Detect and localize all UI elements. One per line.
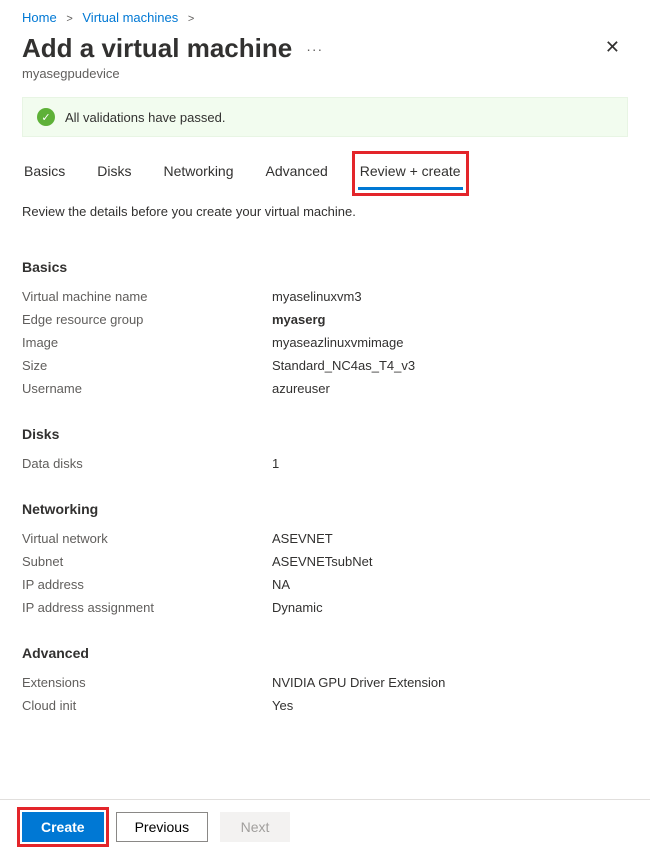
value-image: myaseazlinuxvmimage — [272, 335, 404, 350]
label-cloud-init: Cloud init — [22, 698, 272, 713]
tab-disks[interactable]: Disks — [95, 157, 133, 190]
section-networking: Networking Virtual network ASEVNET Subne… — [22, 501, 628, 615]
value-vm-name: myaselinuxvm3 — [272, 289, 362, 304]
breadcrumb-virtual-machines[interactable]: Virtual machines — [82, 10, 178, 25]
value-erg: myaserg — [272, 312, 325, 327]
validation-message: All validations have passed. — [65, 110, 225, 125]
validation-banner: ✓ All validations have passed. — [22, 97, 628, 137]
row-username: Username azureuser — [22, 381, 628, 396]
section-disks-title: Disks — [22, 426, 628, 442]
create-button[interactable]: Create — [22, 812, 104, 842]
label-erg: Edge resource group — [22, 312, 272, 327]
value-extensions: NVIDIA GPU Driver Extension — [272, 675, 445, 690]
row-size: Size Standard_NC4as_T4_v3 — [22, 358, 628, 373]
page-subtitle: myasegpudevice — [22, 66, 323, 81]
row-erg: Edge resource group myaserg — [22, 312, 628, 327]
row-data-disks: Data disks 1 — [22, 456, 628, 471]
label-vnet: Virtual network — [22, 531, 272, 546]
section-basics-title: Basics — [22, 259, 628, 275]
tab-networking[interactable]: Networking — [161, 157, 235, 190]
label-data-disks: Data disks — [22, 456, 272, 471]
row-image: Image myaseazlinuxvmimage — [22, 335, 628, 350]
section-advanced-title: Advanced — [22, 645, 628, 661]
check-circle-icon: ✓ — [37, 108, 55, 126]
row-ip-assign: IP address assignment Dynamic — [22, 600, 628, 615]
label-ip: IP address — [22, 577, 272, 592]
tabs: Basics Disks Networking Advanced Review … — [0, 151, 650, 190]
label-subnet: Subnet — [22, 554, 272, 569]
value-ip: NA — [272, 577, 290, 592]
chevron-right-icon: > — [66, 13, 72, 25]
page-title: Add a virtual machine — [22, 33, 292, 64]
label-extensions: Extensions — [22, 675, 272, 690]
more-actions-icon[interactable]: ··· — [306, 41, 323, 57]
row-vm-name: Virtual machine name myaselinuxvm3 — [22, 289, 628, 304]
value-vnet: ASEVNET — [272, 531, 333, 546]
value-subnet: ASEVNETsubNet — [272, 554, 372, 569]
value-username: azureuser — [272, 381, 330, 396]
label-image: Image — [22, 335, 272, 350]
label-ip-assign: IP address assignment — [22, 600, 272, 615]
close-button[interactable]: ✕ — [597, 33, 628, 62]
page-header: Add a virtual machine ··· myasegpudevice… — [0, 31, 650, 89]
next-button: Next — [220, 812, 290, 842]
tab-basics[interactable]: Basics — [22, 157, 67, 190]
breadcrumb-home[interactable]: Home — [22, 10, 57, 25]
content-area: Review the details before you create you… — [0, 190, 650, 763]
section-advanced: Advanced Extensions NVIDIA GPU Driver Ex… — [22, 645, 628, 713]
footer: Create Previous Next — [0, 799, 650, 854]
previous-button[interactable]: Previous — [116, 812, 208, 842]
breadcrumb: Home > Virtual machines > — [0, 0, 650, 31]
value-data-disks: 1 — [272, 456, 279, 471]
value-size: Standard_NC4as_T4_v3 — [272, 358, 415, 373]
value-cloud-init: Yes — [272, 698, 293, 713]
section-networking-title: Networking — [22, 501, 628, 517]
row-vnet: Virtual network ASEVNET — [22, 531, 628, 546]
close-icon: ✕ — [605, 37, 620, 57]
section-disks: Disks Data disks 1 — [22, 426, 628, 471]
value-ip-assign: Dynamic — [272, 600, 323, 615]
section-basics: Basics Virtual machine name myaselinuxvm… — [22, 259, 628, 396]
row-ip: IP address NA — [22, 577, 628, 592]
row-extensions: Extensions NVIDIA GPU Driver Extension — [22, 675, 628, 690]
chevron-right-icon: > — [188, 13, 194, 25]
instruction-text: Review the details before you create you… — [22, 204, 628, 219]
label-size: Size — [22, 358, 272, 373]
row-cloud-init: Cloud init Yes — [22, 698, 628, 713]
row-subnet: Subnet ASEVNETsubNet — [22, 554, 628, 569]
label-username: Username — [22, 381, 272, 396]
tab-review-create[interactable]: Review + create — [358, 157, 463, 190]
tab-advanced[interactable]: Advanced — [264, 157, 330, 190]
label-vm-name: Virtual machine name — [22, 289, 272, 304]
